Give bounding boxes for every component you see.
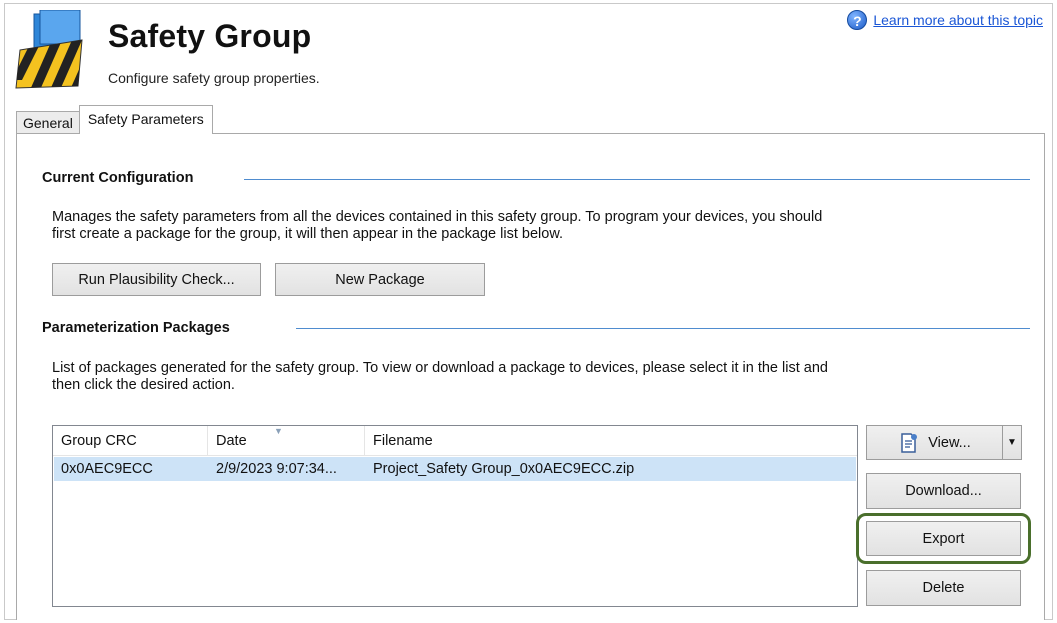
run-plausibility-check-button[interactable]: Run Plausibility Check... bbox=[52, 263, 261, 296]
tab-safety-parameters[interactable]: Safety Parameters bbox=[78, 105, 213, 134]
page-title: Safety Group bbox=[108, 18, 312, 54]
column-header-date-label: Date bbox=[216, 432, 247, 449]
current-configuration-title: Current Configuration bbox=[42, 170, 194, 186]
download-button[interactable]: Download... bbox=[866, 473, 1021, 509]
safety-folder-icon bbox=[15, 10, 83, 89]
document-view-icon bbox=[901, 432, 918, 453]
help-area: ? Learn more about this topic bbox=[847, 10, 1043, 30]
section-divider bbox=[296, 328, 1030, 329]
column-header-filename[interactable]: Filename bbox=[365, 426, 857, 455]
view-button-label: View... bbox=[928, 434, 971, 451]
chevron-down-icon: ▼ bbox=[1007, 437, 1017, 448]
current-configuration-description-1: Manages the safety parameters from all t… bbox=[52, 209, 823, 225]
page-subtitle: Configure safety group properties. bbox=[108, 70, 320, 86]
new-package-button[interactable]: New Package bbox=[275, 263, 485, 296]
cell-date: 2/9/2023 9:07:34... bbox=[216, 461, 337, 477]
view-dropdown-button[interactable]: ▼ bbox=[1002, 425, 1022, 460]
learn-more-link[interactable]: Learn more about this topic bbox=[873, 12, 1043, 28]
question-mark-icon[interactable]: ? bbox=[847, 10, 868, 30]
sort-descending-icon: ▼ bbox=[274, 426, 283, 436]
package-list[interactable]: Group CRC Date ▼ Filename 0x0AEC9ECC 2/9… bbox=[52, 425, 858, 607]
tab-bar: General Safety Parameters bbox=[16, 105, 213, 134]
tab-general[interactable]: General bbox=[16, 111, 80, 134]
cell-filename: Project_Safety Group_0x0AEC9ECC.zip bbox=[373, 461, 635, 477]
packages-description-1: List of packages generated for the safet… bbox=[52, 360, 828, 376]
export-highlight bbox=[856, 513, 1031, 564]
list-header: Group CRC Date ▼ Filename bbox=[53, 426, 857, 456]
packages-description-2: then click the desired action. bbox=[52, 377, 235, 393]
view-button[interactable]: View... bbox=[866, 425, 1003, 460]
column-header-date[interactable]: Date ▼ bbox=[208, 426, 365, 455]
column-header-group-crc[interactable]: Group CRC bbox=[53, 426, 208, 455]
delete-button[interactable]: Delete bbox=[866, 570, 1021, 606]
parameterization-packages-title: Parameterization Packages bbox=[42, 320, 230, 336]
current-configuration-description-2: first create a package for the group, it… bbox=[52, 226, 564, 242]
cell-group-crc: 0x0AEC9ECC bbox=[61, 461, 153, 477]
table-row[interactable]: 0x0AEC9ECC 2/9/2023 9:07:34... Project_S… bbox=[54, 457, 856, 481]
section-divider bbox=[244, 179, 1030, 180]
